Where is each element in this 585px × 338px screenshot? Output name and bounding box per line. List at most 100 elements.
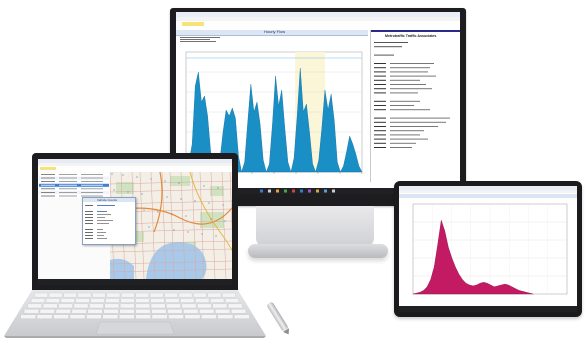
keyboard-key (86, 314, 102, 319)
keyboard-key (225, 298, 240, 303)
report-value-line (390, 130, 424, 132)
taskbar[interactable] (399, 306, 577, 312)
table-cell (59, 174, 77, 175)
keyboard-key (71, 309, 87, 314)
report-label-line (374, 134, 386, 136)
report-label-line (374, 100, 386, 102)
keyboard-key (119, 314, 135, 319)
text-line (180, 41, 216, 42)
popup-label-line (85, 220, 93, 221)
table-cell (81, 184, 103, 186)
report-top-rule (371, 30, 460, 32)
report-value-line (390, 100, 420, 102)
report-label-line (374, 138, 386, 140)
report-label-line (374, 147, 386, 148)
report-text-line (374, 46, 402, 48)
toolbar-highlight[interactable] (40, 167, 56, 170)
keyboard-key (34, 292, 48, 298)
report-value-line (390, 75, 436, 77)
map-marker (178, 182, 180, 184)
map-marker (215, 235, 217, 237)
map-marker (208, 202, 210, 204)
keyboard-key (48, 292, 63, 298)
menu-bar[interactable] (38, 163, 232, 166)
keyboard-key (27, 303, 42, 309)
popup-titlebar[interactable]: Vehicle Counts (83, 198, 135, 202)
report-label-line (374, 88, 386, 90)
map-marker (150, 178, 152, 180)
keyboard-key (135, 292, 149, 298)
popup-value-line (97, 211, 107, 212)
keyboard-key (106, 292, 121, 298)
keyboard-key (168, 314, 184, 319)
table-cell (41, 174, 55, 175)
keyboard-key (39, 309, 55, 314)
table-cell (81, 174, 103, 175)
report-value-line (390, 92, 418, 94)
report-value-line (390, 79, 420, 81)
table-cell (59, 181, 77, 182)
report-label-line (374, 121, 386, 123)
menu-bar[interactable] (399, 190, 577, 193)
popup-value-line (97, 205, 115, 206)
map-marker (164, 180, 166, 182)
keyboard-key (234, 314, 250, 319)
chart-panel-header: Hourly Flow (176, 29, 368, 36)
taskbar[interactable] (38, 279, 232, 285)
map-marker (217, 187, 219, 189)
keyboard-key (207, 292, 222, 298)
report-label-line (374, 105, 386, 106)
keyboard-key (165, 298, 180, 303)
map-marker (224, 220, 226, 222)
popup-label-line (85, 205, 93, 206)
report-label-line (374, 117, 386, 119)
report-value-line (390, 121, 446, 123)
table-cell (59, 195, 77, 197)
map-marker (122, 174, 124, 176)
report-value-line (390, 71, 428, 73)
menu-bar[interactable] (176, 17, 460, 21)
keyboard-key (197, 303, 212, 309)
text-line (180, 39, 210, 40)
taskbar-icons[interactable] (260, 189, 380, 193)
map-marker (111, 173, 113, 175)
text-line (180, 37, 220, 38)
keyboard-key (228, 303, 243, 309)
keyboard-key (92, 292, 106, 298)
keyboard-key (217, 314, 234, 319)
table-cell (59, 177, 77, 179)
keyboard-key (23, 309, 39, 314)
chart-panel-header (399, 194, 577, 198)
report-text-block (374, 42, 450, 148)
popup-label-line (85, 214, 93, 215)
popup-content (85, 205, 115, 239)
popup-value-line (97, 223, 109, 224)
map-marker (127, 191, 129, 193)
report-label-line (374, 75, 386, 77)
keyboard-key (53, 314, 69, 319)
report-value-line (390, 84, 426, 85)
popup-value-line (97, 238, 107, 239)
map-marker (185, 215, 187, 217)
map-park (210, 186, 224, 196)
toolbar-highlight[interactable] (182, 22, 204, 26)
table-cell (81, 177, 103, 179)
keyboard-key (102, 314, 119, 319)
map-park (170, 176, 190, 186)
keyboard-key (135, 309, 151, 314)
map-marker (187, 231, 189, 233)
popup-value-line (97, 214, 111, 215)
report-label-line (374, 63, 386, 64)
report-value-line (390, 109, 430, 111)
table-cell (41, 188, 55, 190)
keyboard-key (104, 303, 120, 309)
report-value-line (390, 105, 414, 106)
keyboard-key (149, 292, 164, 298)
keyboard-key (193, 292, 207, 298)
table-cell (41, 184, 55, 186)
map-marker (210, 218, 212, 220)
report-value-line (390, 126, 438, 127)
report-value-line (390, 142, 416, 144)
tablet-area-chart (412, 203, 568, 295)
keyboard-key (199, 309, 215, 314)
